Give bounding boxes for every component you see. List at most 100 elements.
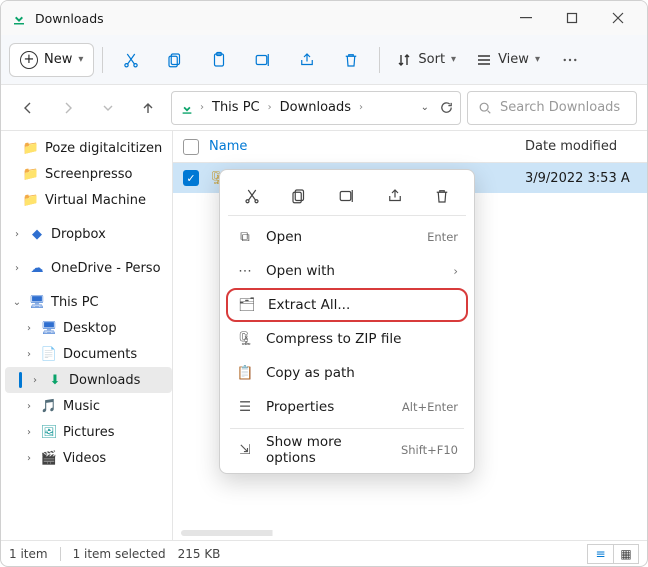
ctx-label: Properties: [266, 399, 390, 415]
nav-label: Desktop: [63, 321, 117, 336]
chevron-down-icon: ▾: [78, 54, 83, 65]
sort-label: Sort: [418, 52, 445, 67]
new-button[interactable]: + New ▾: [9, 43, 94, 77]
sort-button[interactable]: Sort ▾: [388, 43, 464, 77]
extract-icon: 🗂: [238, 297, 256, 313]
file-date: 3/9/2022 3:53 A: [525, 171, 637, 186]
chevron-right-icon: ›: [23, 323, 35, 334]
rename-button[interactable]: [243, 40, 283, 80]
path-icon: 📋: [236, 365, 254, 381]
open-with-icon: ⋯: [236, 263, 254, 279]
column-date[interactable]: Date modified: [525, 139, 637, 154]
ctx-show-more[interactable]: ⇲ Show more options Shift+F10: [226, 433, 468, 467]
nav-label: Virtual Machine: [45, 193, 146, 208]
delete-button[interactable]: [331, 40, 371, 80]
zip-icon: 🗜: [236, 331, 254, 347]
nav-this-pc[interactable]: ⌄ 🖥 This PC: [5, 289, 172, 315]
nav-folder[interactable]: 📁 Screenpresso: [5, 161, 172, 187]
share-button[interactable]: [287, 40, 327, 80]
ctx-shortcut: Enter: [427, 230, 458, 244]
nav-label: Poze digitalcitizen: [45, 141, 162, 156]
nav-documents[interactable]: › 📄 Documents: [5, 341, 172, 367]
nav-dropbox[interactable]: › ◆ Dropbox: [5, 221, 172, 247]
ctx-extract-all[interactable]: 🗂 Extract All...: [226, 288, 468, 322]
chevron-right-icon: ›: [23, 401, 35, 412]
ctx-rename-button[interactable]: [331, 180, 363, 212]
videos-icon: 🎬: [41, 451, 57, 466]
breadcrumb-segment[interactable]: This PC: [210, 100, 262, 115]
titlebar: Downloads: [1, 1, 647, 35]
ctx-cut-button[interactable]: [236, 180, 268, 212]
up-button[interactable]: [131, 91, 165, 125]
nav-folder[interactable]: 📁 Poze digitalcitizen: [5, 135, 172, 161]
chevron-down-icon[interactable]: ⌄: [421, 102, 429, 113]
chevron-right-icon: ›: [200, 102, 204, 113]
ctx-open-with[interactable]: ⋯ Open with ›: [226, 254, 468, 288]
ctx-share-button[interactable]: [379, 180, 411, 212]
details-view-button[interactable]: ≡: [587, 544, 613, 564]
refresh-button[interactable]: [439, 100, 454, 115]
ctx-properties[interactable]: ☰ Properties Alt+Enter: [226, 390, 468, 424]
ctx-open[interactable]: ⧉ Open Enter: [226, 220, 468, 254]
downloads-icon: ⬇: [47, 373, 63, 388]
downloads-icon: [11, 10, 27, 26]
chevron-right-icon: ›: [29, 375, 41, 386]
paste-button[interactable]: [199, 40, 239, 80]
nav-music[interactable]: › 🎵 Music: [5, 393, 172, 419]
desktop-icon: 🖥: [41, 321, 57, 336]
ctx-label: Open: [266, 229, 415, 245]
nav-pictures[interactable]: › 🖼 Pictures: [5, 419, 172, 445]
separator: [379, 47, 380, 73]
chevron-right-icon: ›: [23, 453, 35, 464]
nav-videos[interactable]: › 🎬 Videos: [5, 445, 172, 471]
ctx-copy-path[interactable]: 📋 Copy as path: [226, 356, 468, 390]
chevron-down-icon: ▾: [451, 54, 456, 65]
nav-desktop[interactable]: › 🖥 Desktop: [5, 315, 172, 341]
forward-button[interactable]: [51, 91, 85, 125]
nav-onedrive[interactable]: › ☁ OneDrive - Perso: [5, 255, 172, 281]
ctx-compress[interactable]: 🗜 Compress to ZIP file: [226, 322, 468, 356]
ctx-label: Open with: [266, 263, 441, 279]
nav-downloads[interactable]: › ⬇ Downloads: [5, 367, 172, 393]
chevron-right-icon: ›: [11, 263, 23, 274]
status-item-count: 1 item: [9, 547, 48, 561]
nav-label: Videos: [63, 451, 106, 466]
search-input[interactable]: Search Downloads: [467, 91, 637, 125]
copy-button[interactable]: [155, 40, 195, 80]
separator: [102, 47, 103, 73]
ctx-shortcut: Alt+Enter: [402, 400, 458, 414]
maximize-button[interactable]: [549, 2, 595, 34]
downloads-icon: [180, 101, 194, 115]
view-label: View: [498, 52, 529, 67]
recent-button[interactable]: [91, 91, 125, 125]
scrollbar[interactable]: [181, 530, 639, 536]
nav-folder[interactable]: 📁 Virtual Machine: [5, 187, 172, 213]
view-button[interactable]: View ▾: [468, 43, 548, 77]
column-name[interactable]: Name: [209, 139, 515, 154]
close-button[interactable]: [595, 2, 641, 34]
ctx-label: Extract All...: [268, 297, 456, 313]
search-placeholder: Search Downloads: [500, 100, 620, 115]
select-all-checkbox[interactable]: [183, 139, 199, 155]
more-button[interactable]: [552, 40, 588, 80]
breadcrumb[interactable]: › This PC › Downloads › ⌄: [171, 91, 461, 125]
navigation-pane: 📁 Poze digitalcitizen 📁 Screenpresso 📁 V…: [1, 131, 173, 540]
breadcrumb-segment[interactable]: Downloads: [278, 100, 353, 115]
command-toolbar: + New ▾ Sort ▾ View ▾: [1, 35, 647, 85]
dropbox-icon: ◆: [29, 227, 45, 242]
grid-view-button[interactable]: ▦: [613, 544, 639, 564]
separator: [230, 428, 464, 429]
cut-button[interactable]: [111, 40, 151, 80]
back-button[interactable]: [11, 91, 45, 125]
ctx-copy-button[interactable]: [283, 180, 315, 212]
row-checkbox[interactable]: ✓: [183, 170, 199, 186]
minimize-button[interactable]: [503, 2, 549, 34]
ctx-delete-button[interactable]: [426, 180, 458, 212]
context-toolbar: [228, 176, 466, 216]
monitor-icon: 🖥: [29, 295, 45, 310]
nav-label: OneDrive - Perso: [51, 261, 161, 276]
search-icon: [478, 101, 492, 115]
ctx-label: Compress to ZIP file: [266, 331, 458, 347]
pictures-icon: 🖼: [41, 425, 57, 440]
new-button-label: New: [44, 52, 72, 67]
